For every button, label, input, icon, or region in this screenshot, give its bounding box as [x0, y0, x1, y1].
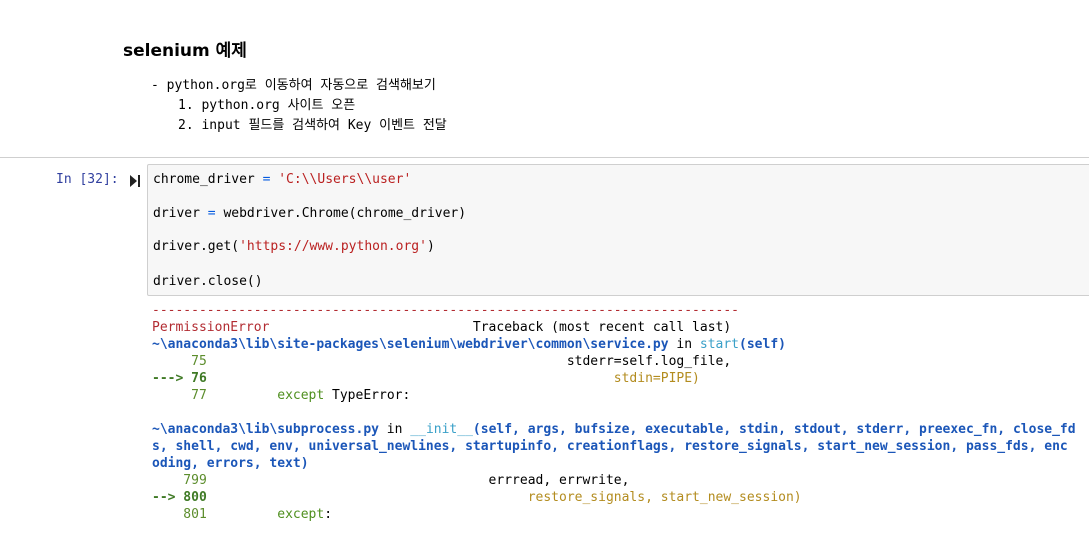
traceback-frame-2-cont-2: oding, errors, text) [152, 456, 309, 471]
code-line-1: chrome_driver = 'C:\\Users\\user' [153, 172, 412, 187]
traceback-frame-2-cont-1: s, shell, cwd, env, universal_newlines, … [152, 439, 1068, 454]
traceback-line-800: --> 800 restore_signals, start_new_sessi… [152, 490, 802, 505]
traceback-line-799: 799 errread, errwrite, [152, 473, 630, 488]
traceback-line-801: 801 except: [152, 507, 333, 522]
markdown-title: selenium 예제 [123, 41, 247, 61]
traceback-line-76: ---> 76 stdin=PIPE) [152, 371, 700, 386]
run-cell-icon[interactable] [130, 175, 140, 187]
traceback-line-77: 77 except TypeError: [152, 388, 411, 403]
traceback-separator: ----------------------------------------… [152, 303, 739, 318]
input-prompt: In [32]: [56, 172, 119, 187]
traceback-frame-2: ~\anaconda3\lib\subprocess.py in __init_… [152, 422, 1076, 437]
code-line-2: driver = webdriver.Chrome(chrome_driver) [153, 206, 467, 221]
markdown-bullet: - python.org로 이동하여 자동으로 검색해보기 [151, 78, 436, 93]
code-line-4: driver.close() [153, 274, 263, 289]
cell-divider [0, 157, 1089, 158]
code-editor[interactable]: chrome_driver = 'C:\\Users\\user' driver… [147, 164, 1089, 296]
markdown-item-2: 2. input 필드를 검색하여 Key 이벤트 전달 [178, 118, 447, 133]
traceback-frame-1: ~\anaconda3\lib\site-packages\selenium\w… [152, 337, 786, 352]
traceback-line-75: 75 stderr=self.log_file, [152, 354, 732, 369]
error-header: PermissionError Traceback (most recent c… [152, 320, 732, 335]
markdown-item-1: 1. python.org 사이트 오픈 [178, 98, 356, 113]
code-line-3: driver.get('https://www.python.org') [153, 239, 435, 254]
markdown-cell[interactable]: selenium 예제 - python.org로 이동하여 자동으로 검색해보… [0, 0, 1089, 158]
